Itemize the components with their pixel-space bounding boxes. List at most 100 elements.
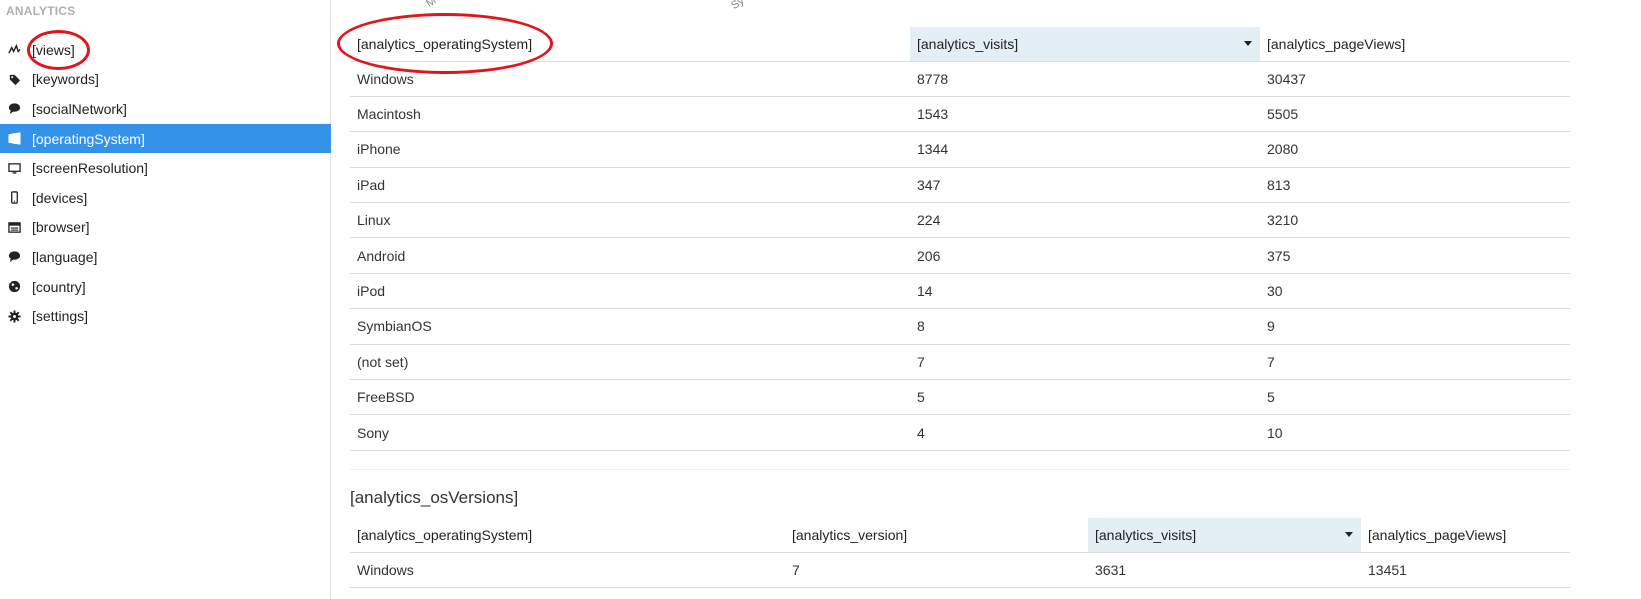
main-content: M Sy [analytics_operatingSystem] [analyt…	[331, 0, 1641, 599]
cell-visits: 8778	[910, 61, 1260, 97]
column-header-visits[interactable]: [analytics_visits]	[910, 27, 1260, 62]
sidebar-item-operatingsystem[interactable]: [operatingSystem]	[0, 123, 331, 154]
table-row: Linux 224 3210	[350, 202, 1570, 239]
os-versions-title: [analytics_osVersions]	[350, 488, 519, 507]
column-header-pageviews[interactable]: [analytics_pageViews]	[1260, 27, 1570, 62]
cell-os: iPad	[350, 167, 910, 204]
sidebar-item-label: [browser]	[32, 219, 90, 236]
sidebar-item-settings[interactable]: [settings]	[0, 301, 331, 331]
cell-visits: 14	[910, 273, 1260, 310]
chart-label-fragments: M Sy	[331, 0, 1641, 13]
cell-os: iPod	[350, 273, 910, 310]
table-row: iPad 347 813	[350, 167, 1570, 204]
cell-os: (not set)	[350, 344, 910, 381]
table-row: Macintosh 1543 5505	[350, 96, 1570, 133]
sidebar-item-browser[interactable]: [browser]	[0, 213, 331, 243]
sort-desc-icon	[1244, 41, 1252, 46]
cell-visits: 8	[910, 308, 1260, 345]
table-row: iPhone 1344 2080	[350, 131, 1570, 168]
chart-axis-label-fragment: M	[424, 0, 439, 10]
column-header-label: [analytics_visits]	[1095, 526, 1197, 543]
table-row: Android 206 375	[350, 237, 1570, 274]
comment-icon	[6, 249, 22, 265]
cell-pageviews: 7	[1260, 344, 1570, 381]
cell-pageviews: 5505	[1260, 96, 1570, 133]
cell-os: Android	[350, 237, 910, 274]
cell-os: SymbianOS	[350, 308, 910, 345]
table-header-row: [analytics_operatingSystem] [analytics_v…	[350, 27, 1570, 62]
cell-pageviews: 2080	[1260, 131, 1570, 168]
cell-os: iPhone	[350, 131, 910, 168]
cell-visits: 224	[910, 202, 1260, 239]
table-row: FreeBSD 5 5	[350, 379, 1570, 416]
cell-version: 7	[785, 552, 1088, 588]
sidebar: ANALYTICS [views] [keywords] [socialNetw…	[0, 0, 331, 599]
cell-visits: 1344	[910, 131, 1260, 168]
cell-pageviews: 9	[1260, 308, 1570, 345]
sidebar-item-keywords[interactable]: [keywords]	[0, 65, 331, 95]
sidebar-item-country[interactable]: [country]	[0, 272, 331, 302]
cell-visits: 3631	[1088, 552, 1361, 588]
column-header-version[interactable]: [analytics_version]	[785, 518, 1088, 553]
cell-pageviews: 375	[1260, 237, 1570, 274]
sidebar-item-label: [views]	[32, 41, 75, 58]
sidebar-item-label: [devices]	[32, 189, 88, 206]
cell-pageviews: 5	[1260, 379, 1570, 416]
globe-icon	[6, 279, 22, 295]
cell-os: FreeBSD	[350, 379, 910, 416]
windows-icon	[6, 131, 22, 147]
gear-icon	[6, 308, 22, 324]
browser-icon	[6, 219, 22, 235]
table-header-row: [analytics_operatingSystem] [analytics_v…	[350, 518, 1570, 553]
sidebar-heading: ANALYTICS	[6, 4, 76, 18]
sidebar-item-label: [operatingSystem]	[32, 130, 145, 147]
cell-os: Linux	[350, 202, 910, 239]
cell-visits: 347	[910, 167, 1260, 204]
column-header-label: [analytics_visits]	[917, 35, 1019, 52]
cell-pageviews: 13451	[1361, 552, 1570, 588]
cell-os: Macintosh	[350, 96, 910, 133]
sidebar-item-label: [socialNetwork]	[32, 100, 127, 117]
tag-icon	[6, 71, 22, 87]
operating-system-table: [analytics_operatingSystem] [analytics_v…	[350, 27, 1570, 451]
sidebar-item-views[interactable]: [views]	[0, 35, 331, 65]
sidebar-nav: [views] [keywords] [socialNetwork] [oper…	[0, 35, 331, 331]
sidebar-item-label: [keywords]	[32, 71, 99, 88]
cell-pageviews: 30	[1260, 273, 1570, 310]
cell-visits: 206	[910, 237, 1260, 274]
table-row: SymbianOS 8 9	[350, 308, 1570, 345]
comment-icon	[6, 101, 22, 117]
sort-desc-icon	[1345, 532, 1353, 537]
cell-pageviews: 10	[1260, 414, 1570, 451]
table-row: Windows 7 3631 13451	[350, 552, 1570, 588]
sidebar-item-label: [language]	[32, 248, 98, 265]
column-header-operating-system[interactable]: [analytics_operatingSystem]	[350, 27, 910, 62]
table-row: Sony 4 10	[350, 414, 1570, 451]
section-divider	[350, 469, 1570, 470]
cell-visits: 7	[910, 344, 1260, 381]
cell-pageviews: 813	[1260, 167, 1570, 204]
column-header-pageviews[interactable]: [analytics_pageViews]	[1361, 518, 1570, 553]
cell-pageviews: 30437	[1260, 61, 1570, 97]
cell-os: Sony	[350, 414, 910, 451]
sidebar-item-language[interactable]: [language]	[0, 242, 331, 272]
sidebar-item-label: [screenResolution]	[32, 160, 148, 177]
cell-os: Windows	[350, 61, 910, 97]
cell-visits: 4	[910, 414, 1260, 451]
table-row: (not set) 7 7	[350, 344, 1570, 381]
sidebar-item-devices[interactable]: [devices]	[0, 183, 331, 213]
cell-visits: 5	[910, 379, 1260, 416]
line-chart-icon	[6, 42, 22, 58]
mobile-icon	[6, 190, 22, 206]
sidebar-item-label: [country]	[32, 278, 86, 295]
cell-pageviews: 3210	[1260, 202, 1570, 239]
monitor-icon	[6, 160, 22, 176]
sidebar-item-screenresolution[interactable]: [screenResolution]	[0, 153, 331, 183]
chart-axis-label-fragment: Sy	[729, 0, 747, 13]
table-row: iPod 14 30	[350, 273, 1570, 310]
cell-os: Windows	[350, 552, 785, 588]
sidebar-item-socialnetwork[interactable]: [socialNetwork]	[0, 94, 331, 124]
sidebar-item-label: [settings]	[32, 308, 89, 325]
column-header-visits[interactable]: [analytics_visits]	[1088, 518, 1361, 553]
column-header-operating-system[interactable]: [analytics_operatingSystem]	[350, 518, 785, 553]
